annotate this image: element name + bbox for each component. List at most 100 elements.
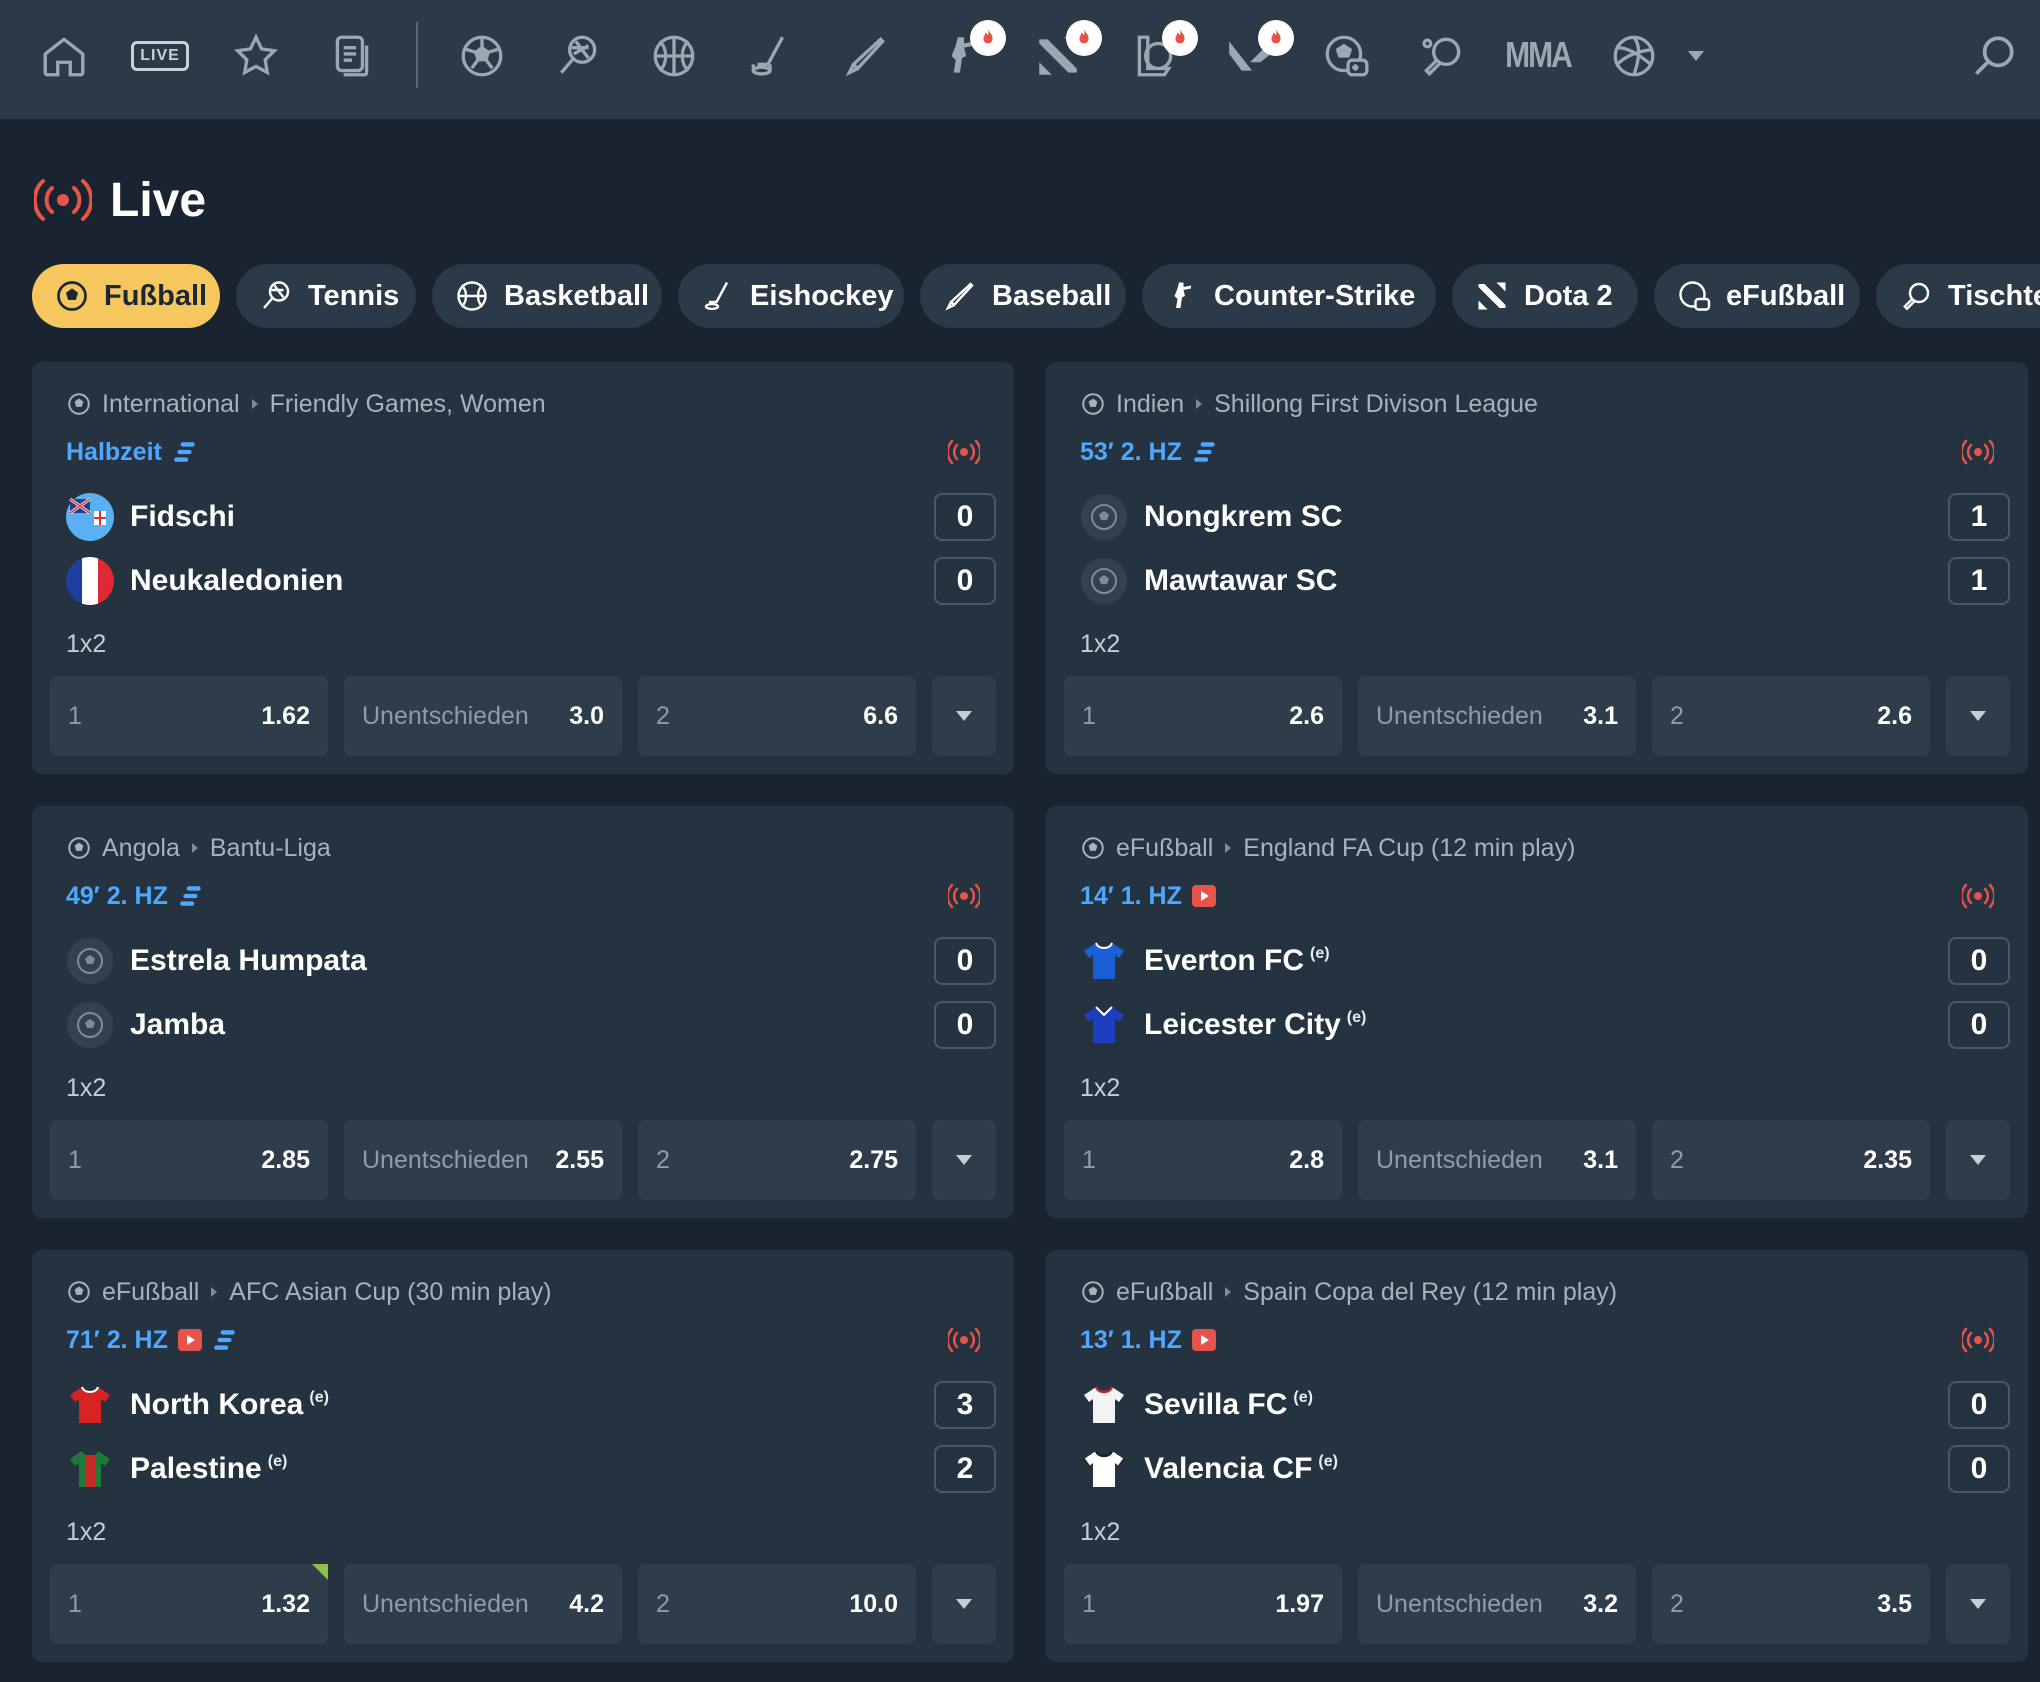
odd-button-draw[interactable]: Unentschieden 2.55 [344,1120,622,1200]
more-markets-button[interactable] [1946,1120,2010,1200]
team-row-home[interactable]: Everton FC (e) 0 [1080,936,2010,986]
team-row-away[interactable]: Valencia CF (e) 0 [1080,1444,2010,1494]
odd-button-draw[interactable]: Unentschieden 4.2 [344,1564,622,1644]
live-stream-video-icon[interactable] [1191,885,1216,907]
pill-baseball[interactable]: Baseball [920,264,1126,328]
match-card[interactable]: Angola Bantu-Liga 49′ 2. HZ Estrela Hump… [32,806,1014,1218]
match-card[interactable]: Indien Shillong First Divison League 53′… [1046,362,2028,774]
odd-button-away[interactable]: 2 2.75 [638,1120,916,1200]
odd-button-home[interactable]: 1 2.6 [1064,676,1342,756]
stats-icon[interactable] [178,883,204,909]
breadcrumb-league[interactable]: Bantu-Liga [210,834,331,863]
more-markets-button[interactable] [932,1120,996,1200]
hockey-icon[interactable] [740,26,800,86]
odd-button-draw[interactable]: Unentschieden 3.2 [1358,1564,1636,1644]
team-row-away[interactable]: Jamba 0 [66,1000,996,1050]
odd-button-home[interactable]: 1 2.85 [50,1120,328,1200]
odd-button-away[interactable]: 2 3.5 [1652,1564,1930,1644]
live-indicator-icon [1962,439,1994,465]
tennis-icon[interactable] [548,26,608,86]
breadcrumb-country[interactable]: Indien [1116,390,1184,419]
team-row-away[interactable]: Palestine (e) 2 [66,1444,996,1494]
efootball-icon[interactable] [1316,26,1376,86]
pill-counter-strike[interactable]: Counter-Strike [1142,264,1436,328]
team-row-home[interactable]: Fidschi 0 [66,492,996,542]
team-row-home[interactable]: Estrela Humpata 0 [66,936,996,986]
counter-strike-icon[interactable] [932,20,1006,86]
breadcrumb-country[interactable]: eFußball [102,1278,199,1307]
odd-button-away[interactable]: 2 2.6 [1652,676,1930,756]
odd-button-home[interactable]: 1 1.32 [50,1564,328,1644]
betslip-icon[interactable] [322,26,382,86]
hot-badge-icon [1162,20,1198,56]
odd-button-away[interactable]: 2 2.35 [1652,1120,1930,1200]
home-icon[interactable] [34,26,94,86]
breadcrumb-league[interactable]: Shillong First Divison League [1214,390,1538,419]
odd-button-home[interactable]: 1 1.62 [50,676,328,756]
breadcrumb-country[interactable]: eFußball [1116,1278,1213,1307]
odd-button-away[interactable]: 2 10.0 [638,1564,916,1644]
star-icon[interactable] [226,26,286,86]
pill-dota-2[interactable]: Dota 2 [1452,264,1638,328]
chevron-down-icon [1970,1155,1986,1165]
odd-button-draw[interactable]: Unentschieden 3.1 [1358,676,1636,756]
stats-icon[interactable] [212,1327,238,1353]
more-markets-button[interactable] [1946,676,2010,756]
dota-icon[interactable] [1028,20,1102,86]
match-card[interactable]: eFußball England FA Cup (12 min play) 14… [1046,806,2028,1218]
pill-fussball[interactable]: Fußball [32,264,220,328]
team-row-away[interactable]: Leicester City (e) 0 [1080,1000,2010,1050]
breadcrumb-league[interactable]: England FA Cup (12 min play) [1243,834,1575,863]
flag-fiji-icon [66,493,114,541]
esports-tag: (e) [267,1453,288,1470]
pill-basketball[interactable]: Basketball [432,264,662,328]
basketball-icon[interactable] [644,26,704,86]
soccer-icon[interactable] [452,26,512,86]
valorant-icon[interactable] [1220,20,1294,86]
pill-efussball[interactable]: eFußball [1654,264,1860,328]
more-sports-chevron-down-icon[interactable] [1688,51,1704,61]
more-markets-button[interactable] [932,676,996,756]
pill-tischtennis[interactable]: Tischtennis [1876,264,2040,328]
breadcrumb-country[interactable]: International [102,390,240,419]
pill-tennis[interactable]: Tennis [236,264,416,328]
odd-button-home[interactable]: 1 2.8 [1064,1120,1342,1200]
table-tennis-icon[interactable] [1412,26,1472,86]
mma-icon[interactable]: MMA [1505,26,1573,86]
match-status: 53′ 2. HZ [1080,434,1218,470]
baseball-icon[interactable] [836,26,896,86]
odd-button-draw[interactable]: Unentschieden 3.1 [1358,1120,1636,1200]
breadcrumb-league[interactable]: Friendly Games, Women [270,390,546,419]
live-icon[interactable]: LIVE [130,26,190,86]
odd-button-home[interactable]: 1 1.97 [1064,1564,1342,1644]
team-row-home[interactable]: Nongkrem SC 1 [1080,492,2010,542]
lol-icon[interactable] [1124,20,1198,86]
odd-value: 2.8 [1289,1145,1324,1174]
odd-button-draw[interactable]: Unentschieden 3.0 [344,676,622,756]
odd-label: 1 [68,1145,82,1174]
breadcrumb-league[interactable]: AFC Asian Cup (30 min play) [229,1278,551,1307]
breadcrumb: eFußball Spain Copa del Rey (12 min play… [1080,1274,1617,1310]
breadcrumb-country[interactable]: eFußball [1116,834,1213,863]
live-stream-video-icon[interactable] [177,1329,202,1351]
odd-button-away[interactable]: 2 6.6 [638,676,916,756]
search-icon[interactable] [1964,26,2024,86]
stats-icon[interactable] [172,439,198,465]
breadcrumb-league[interactable]: Spain Copa del Rey (12 min play) [1243,1278,1617,1307]
team-row-away[interactable]: Mawtawar SC 1 [1080,556,2010,606]
match-card[interactable]: International Friendly Games, Women Halb… [32,362,1014,774]
team-row-away[interactable]: Neukaledonien 0 [66,556,996,606]
breadcrumb-country[interactable]: Angola [102,834,180,863]
stats-icon[interactable] [1192,439,1218,465]
volleyball-icon[interactable] [1604,26,1664,86]
more-markets-button[interactable] [1946,1564,2010,1644]
live-stream-video-icon[interactable] [1191,1329,1216,1351]
match-card[interactable]: eFußball AFC Asian Cup (30 min play) 71′… [32,1250,1014,1662]
pill-eishockey[interactable]: Eishockey [678,264,904,328]
team-row-home[interactable]: Sevilla FC (e) 0 [1080,1380,2010,1430]
odd-value: 2.55 [555,1145,604,1174]
team-row-home[interactable]: North Korea (e) 3 [66,1380,996,1430]
match-card[interactable]: eFußball Spain Copa del Rey (12 min play… [1046,1250,2028,1662]
market-label: 1x2 [66,630,107,658]
more-markets-button[interactable] [932,1564,996,1644]
